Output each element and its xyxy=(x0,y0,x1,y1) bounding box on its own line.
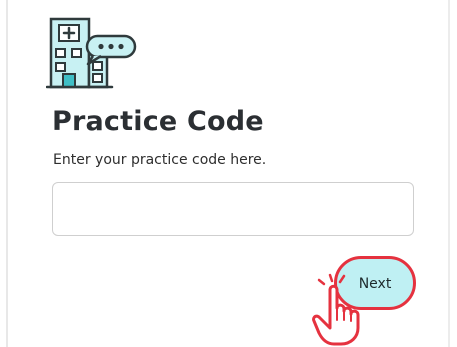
hospital-chat-icon xyxy=(46,17,137,89)
page-title: Practice Code xyxy=(52,106,264,137)
practice-code-input[interactable] xyxy=(52,182,414,236)
next-button-label: Next xyxy=(358,276,392,292)
left-divider xyxy=(6,0,8,347)
practice-code-page: Practice Code Enter your practice code h… xyxy=(0,0,457,347)
page-instruction: Enter your practice code here. xyxy=(53,152,267,168)
next-button[interactable]: Next xyxy=(334,256,416,310)
right-divider xyxy=(448,0,450,347)
